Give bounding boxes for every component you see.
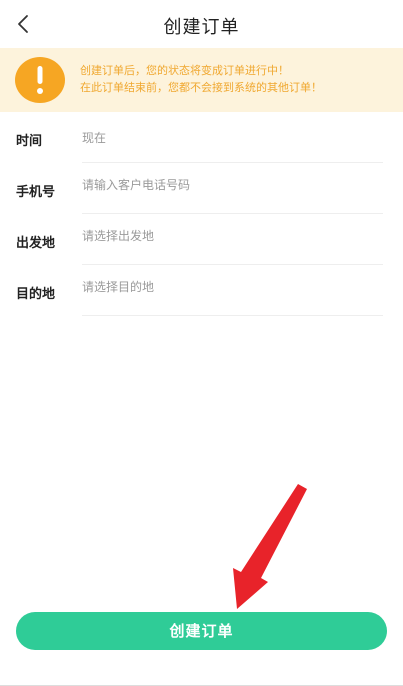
top-bar: 创建订单 bbox=[0, 0, 403, 48]
time-label: 时间 bbox=[16, 134, 43, 149]
origin-row: 出发地 bbox=[0, 214, 403, 265]
destination-field-wrapper bbox=[82, 265, 383, 316]
red-arrow-annotation bbox=[233, 484, 307, 609]
phone-row: 手机号 bbox=[0, 163, 403, 214]
origin-label: 出发地 bbox=[16, 236, 56, 251]
exclamation-icon bbox=[15, 57, 65, 103]
origin-select[interactable] bbox=[82, 229, 362, 243]
destination-select[interactable] bbox=[82, 280, 362, 294]
time-value: 现在 bbox=[82, 131, 107, 145]
phone-label: 手机号 bbox=[16, 185, 56, 200]
notice-line-2: 在此订单结束前，您都不会接到系统的其他订单！ bbox=[80, 81, 322, 94]
destination-row: 目的地 bbox=[0, 265, 403, 316]
time-row: 时间 现在 bbox=[0, 112, 403, 163]
notice-banner: 创建订单后，您的状态将变成订单进行中！ 在此订单结束前，您都不会接到系统的其他订… bbox=[0, 48, 403, 112]
time-field[interactable]: 现在 bbox=[82, 112, 383, 163]
order-form: 时间 现在 手机号 出发地 目的地 bbox=[0, 112, 403, 316]
phone-field-wrapper bbox=[82, 163, 383, 214]
origin-field-wrapper bbox=[82, 214, 383, 265]
notice-text: 创建订单后，您的状态将变成订单进行中！ 在此订单结束前，您都不会接到系统的其他订… bbox=[80, 62, 322, 96]
page-title: 创建订单 bbox=[163, 17, 240, 38]
destination-label: 目的地 bbox=[16, 287, 56, 302]
notice-line-1: 创建订单后，您的状态将变成订单进行中！ bbox=[80, 64, 289, 77]
create-order-button[interactable]: 创建订单 bbox=[16, 612, 387, 650]
phone-input[interactable] bbox=[82, 178, 362, 192]
